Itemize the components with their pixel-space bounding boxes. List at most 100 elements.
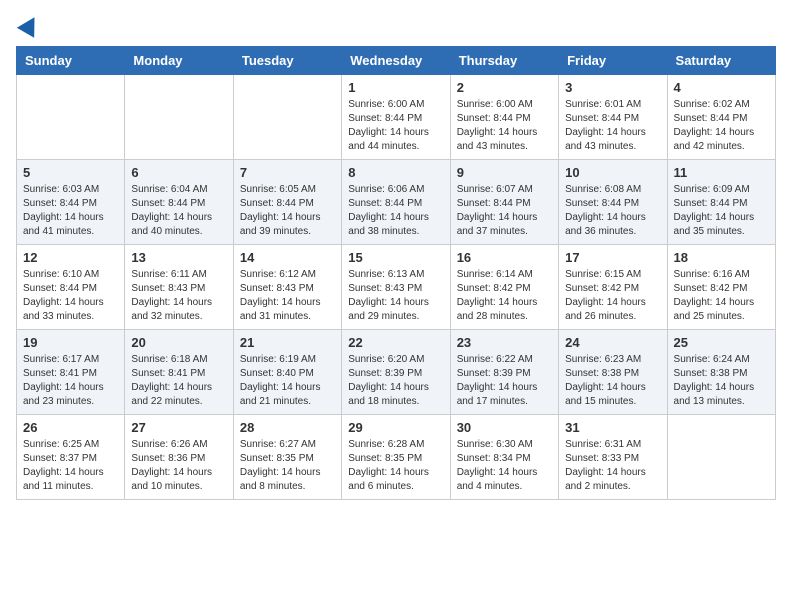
day-info: Sunrise: 6:20 AMSunset: 8:39 PMDaylight:… [348,353,443,409]
calendar-cell: 4 Sunrise: 6:02 AMSunset: 8:44 PMDaylight… [667,75,775,160]
day-number: 31 [565,420,660,435]
calendar-cell: 16 Sunrise: 6:14 AMSunset: 8:42 PMDayligh… [450,245,558,330]
day-number: 4 [674,80,769,95]
day-number: 15 [348,250,443,265]
day-number: 19 [23,335,118,350]
day-number: 8 [348,165,443,180]
day-number: 17 [565,250,660,265]
day-number: 14 [240,250,335,265]
calendar-cell [125,75,233,160]
logo-triangle-icon [17,12,43,38]
weekday-header-friday: Friday [559,47,667,75]
calendar-cell: 29 Sunrise: 6:28 AMSunset: 8:35 PMDayligh… [342,415,450,500]
calendar-cell: 5 Sunrise: 6:03 AMSunset: 8:44 PMDaylight… [17,160,125,245]
day-number: 22 [348,335,443,350]
calendar-cell: 18 Sunrise: 6:16 AMSunset: 8:42 PMDayligh… [667,245,775,330]
calendar-cell: 2Sunrise: 6:00 AMSunset: 8:44 PMDaylight… [450,75,558,160]
weekday-header-tuesday: Tuesday [233,47,341,75]
calendar-week-row: 12 Sunrise: 6:10 AMSunset: 8:44 PMDayligh… [17,245,776,330]
calendar-cell: 23 Sunrise: 6:22 AMSunset: 8:39 PMDayligh… [450,330,558,415]
calendar-cell: 10 Sunrise: 6:08 AMSunset: 8:44 PMDayligh… [559,160,667,245]
day-info: Sunrise: 6:00 AMSunset: 8:44 PMDaylight:… [348,98,443,154]
day-info: Sunrise: 6:07 AMSunset: 8:44 PMDaylight:… [457,183,552,239]
calendar-week-row: 19 Sunrise: 6:17 AMSunset: 8:41 PMDayligh… [17,330,776,415]
weekday-header-wednesday: Wednesday [342,47,450,75]
day-info: Sunrise: 6:19 AMSunset: 8:40 PMDaylight:… [240,353,335,409]
calendar-cell: 22 Sunrise: 6:20 AMSunset: 8:39 PMDayligh… [342,330,450,415]
weekday-header-saturday: Saturday [667,47,775,75]
calendar-cell: 12 Sunrise: 6:10 AMSunset: 8:44 PMDayligh… [17,245,125,330]
day-info: Sunrise: 6:18 AMSunset: 8:41 PMDaylight:… [131,353,226,409]
calendar-cell: 13Sunrise: 6:11 AMSunset: 8:43 PMDayligh… [125,245,233,330]
day-info: Sunrise: 6:16 AMSunset: 8:42 PMDaylight:… [674,268,769,324]
calendar-cell [17,75,125,160]
day-info: Sunrise: 6:28 AMSunset: 8:35 PMDaylight:… [348,438,443,494]
calendar-cell: 25Sunrise: 6:24 AMSunset: 8:38 PMDayligh… [667,330,775,415]
day-number: 29 [348,420,443,435]
calendar-cell: 7 Sunrise: 6:05 AMSunset: 8:44 PMDaylight… [233,160,341,245]
calendar-week-row: 5 Sunrise: 6:03 AMSunset: 8:44 PMDaylight… [17,160,776,245]
day-number: 30 [457,420,552,435]
day-info: Sunrise: 6:22 AMSunset: 8:39 PMDaylight:… [457,353,552,409]
day-info: Sunrise: 6:10 AMSunset: 8:44 PMDaylight:… [23,268,118,324]
day-info: Sunrise: 6:06 AMSunset: 8:44 PMDaylight:… [348,183,443,239]
calendar-cell: 27Sunrise: 6:26 AMSunset: 8:36 PMDayligh… [125,415,233,500]
weekday-header-thursday: Thursday [450,47,558,75]
day-number: 6 [131,165,226,180]
page-header [16,16,776,34]
calendar-cell: 24 Sunrise: 6:23 AMSunset: 8:38 PMDayligh… [559,330,667,415]
calendar-cell: 11Sunrise: 6:09 AMSunset: 8:44 PMDayligh… [667,160,775,245]
day-info: Sunrise: 6:08 AMSunset: 8:44 PMDaylight:… [565,183,660,239]
day-number: 2 [457,80,552,95]
calendar-cell: 30 Sunrise: 6:30 AMSunset: 8:34 PMDayligh… [450,415,558,500]
weekday-header-monday: Monday [125,47,233,75]
calendar-cell: 6 Sunrise: 6:04 AMSunset: 8:44 PMDaylight… [125,160,233,245]
day-info: Sunrise: 6:14 AMSunset: 8:42 PMDaylight:… [457,268,552,324]
calendar-cell: 3Sunrise: 6:01 AMSunset: 8:44 PMDaylight… [559,75,667,160]
day-number: 10 [565,165,660,180]
calendar-week-row: 26 Sunrise: 6:25 AMSunset: 8:37 PMDayligh… [17,415,776,500]
day-info: Sunrise: 6:15 AMSunset: 8:42 PMDaylight:… [565,268,660,324]
day-number: 20 [131,335,226,350]
day-info: Sunrise: 6:12 AMSunset: 8:43 PMDaylight:… [240,268,335,324]
day-number: 24 [565,335,660,350]
day-number: 5 [23,165,118,180]
day-number: 27 [131,420,226,435]
day-info: Sunrise: 6:03 AMSunset: 8:44 PMDaylight:… [23,183,118,239]
day-info: Sunrise: 6:13 AMSunset: 8:43 PMDaylight:… [348,268,443,324]
day-number: 28 [240,420,335,435]
calendar-cell: 8 Sunrise: 6:06 AMSunset: 8:44 PMDaylight… [342,160,450,245]
day-number: 16 [457,250,552,265]
day-number: 12 [23,250,118,265]
calendar-cell [233,75,341,160]
calendar-cell: 28Sunrise: 6:27 AMSunset: 8:35 PMDayligh… [233,415,341,500]
day-number: 3 [565,80,660,95]
day-number: 9 [457,165,552,180]
calendar-cell: 31 Sunrise: 6:31 AMSunset: 8:33 PMDayligh… [559,415,667,500]
day-info: Sunrise: 6:30 AMSunset: 8:34 PMDaylight:… [457,438,552,494]
day-info: Sunrise: 6:24 AMSunset: 8:38 PMDaylight:… [674,353,769,409]
calendar-cell: 1Sunrise: 6:00 AMSunset: 8:44 PMDaylight… [342,75,450,160]
day-number: 13 [131,250,226,265]
day-info: Sunrise: 6:23 AMSunset: 8:38 PMDaylight:… [565,353,660,409]
day-number: 7 [240,165,335,180]
calendar-cell: 26 Sunrise: 6:25 AMSunset: 8:37 PMDayligh… [17,415,125,500]
weekday-header-sunday: Sunday [17,47,125,75]
day-info: Sunrise: 6:17 AMSunset: 8:41 PMDaylight:… [23,353,118,409]
day-number: 23 [457,335,552,350]
calendar-cell: 9 Sunrise: 6:07 AMSunset: 8:44 PMDaylight… [450,160,558,245]
day-info: Sunrise: 6:04 AMSunset: 8:44 PMDaylight:… [131,183,226,239]
calendar-cell: 19 Sunrise: 6:17 AMSunset: 8:41 PMDayligh… [17,330,125,415]
calendar-cell [667,415,775,500]
day-info: Sunrise: 6:25 AMSunset: 8:37 PMDaylight:… [23,438,118,494]
day-info: Sunrise: 6:02 AMSunset: 8:44 PMDaylight:… [674,98,769,154]
day-info: Sunrise: 6:31 AMSunset: 8:33 PMDaylight:… [565,438,660,494]
day-info: Sunrise: 6:05 AMSunset: 8:44 PMDaylight:… [240,183,335,239]
calendar-header-row: SundayMondayTuesdayWednesdayThursdayFrid… [17,47,776,75]
calendar-cell: 17 Sunrise: 6:15 AMSunset: 8:42 PMDayligh… [559,245,667,330]
day-number: 26 [23,420,118,435]
day-number: 21 [240,335,335,350]
calendar-cell: 20 Sunrise: 6:18 AMSunset: 8:41 PMDayligh… [125,330,233,415]
day-number: 18 [674,250,769,265]
calendar-week-row: 1Sunrise: 6:00 AMSunset: 8:44 PMDaylight… [17,75,776,160]
